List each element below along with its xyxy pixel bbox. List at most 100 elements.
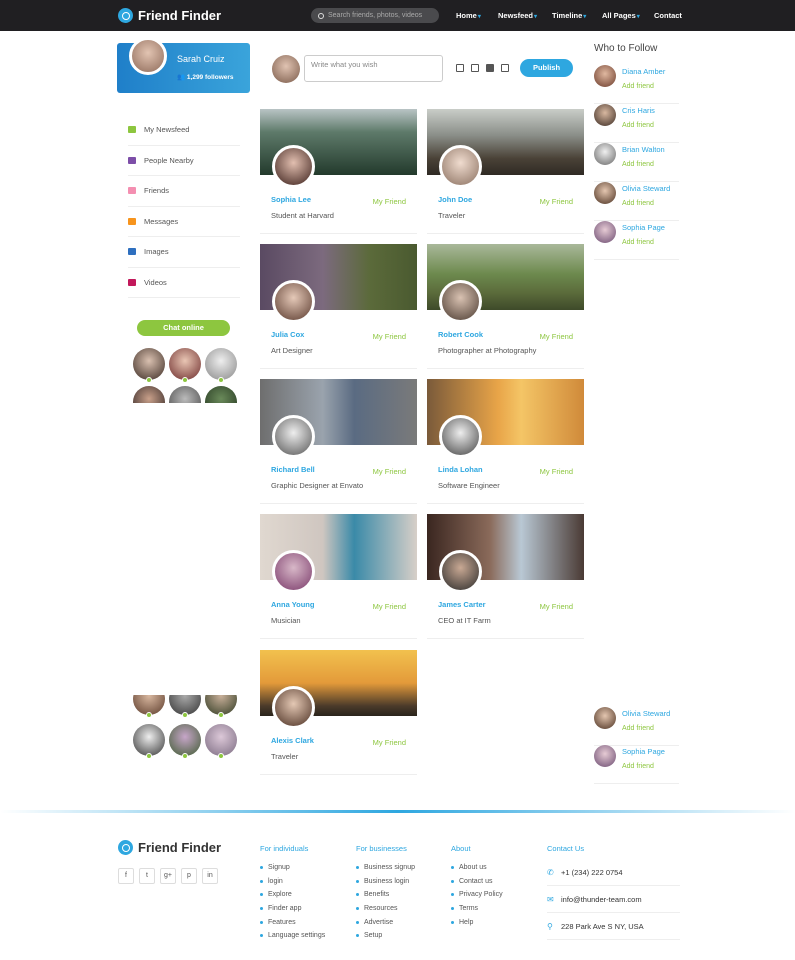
avatar[interactable] [594, 143, 616, 165]
friend-card[interactable]: Sophia Lee My Friend Student at Harvard [260, 109, 417, 234]
footer-link[interactable]: Help [451, 915, 503, 929]
chat-user-avatar[interactable] [133, 695, 165, 718]
avatar[interactable] [594, 65, 616, 87]
facebook-icon[interactable]: f [118, 868, 134, 884]
chat-user-avatar[interactable] [205, 724, 237, 759]
nav-timeline[interactable]: Timeline▾ [552, 11, 586, 20]
friend-card[interactable]: James Carter My Friend CEO at IT Farm [427, 514, 584, 639]
footer-link[interactable]: Signup [260, 861, 325, 875]
friend-avatar[interactable] [439, 415, 482, 458]
footer-link[interactable]: About us [451, 861, 503, 875]
video-icon[interactable] [486, 64, 494, 72]
avatar[interactable] [594, 745, 616, 767]
friend-avatar[interactable] [439, 280, 482, 323]
friend-card[interactable]: Julia Cox My Friend Art Designer [260, 244, 417, 369]
follow-name[interactable]: Olivia Steward [622, 709, 670, 718]
friend-name[interactable]: Linda Lohan [438, 465, 483, 474]
footer-link[interactable]: Setup [356, 929, 415, 943]
footer-link[interactable]: Resources [356, 902, 415, 916]
post-textarea[interactable]: Write what you wish [304, 55, 443, 82]
nav-contact[interactable]: Contact [654, 11, 682, 20]
follow-name[interactable]: Cris Haris [622, 106, 655, 115]
friend-avatar[interactable] [439, 550, 482, 593]
footer-link[interactable]: Finder app [260, 902, 325, 916]
publish-button[interactable]: Publish [520, 59, 573, 77]
chat-user-avatar[interactable] [205, 386, 237, 403]
friend-avatar[interactable] [272, 145, 315, 188]
profile-card[interactable]: Sarah Cruiz 👥 1,299 followers [117, 37, 250, 93]
google-plus-icon[interactable]: g+ [160, 868, 176, 884]
friend-card[interactable]: Robert Cook My Friend Photographer at Ph… [427, 244, 584, 369]
avatar[interactable] [129, 37, 167, 75]
add-friend-link[interactable]: Add friend [622, 725, 654, 732]
brand-logo[interactable]: Friend Finder [118, 8, 221, 23]
twitter-icon[interactable]: t [139, 868, 155, 884]
footer-link[interactable]: Privacy Policy [451, 888, 503, 902]
avatar[interactable] [594, 104, 616, 126]
sidebar-item-messages[interactable]: Messages [128, 207, 240, 237]
chat-user-avatar[interactable] [169, 695, 201, 718]
friend-name[interactable]: John Doe [438, 195, 472, 204]
footer-link[interactable]: Explore [260, 888, 325, 902]
avatar[interactable] [594, 182, 616, 204]
contact-email[interactable]: ✉ info@thunder-team.com [547, 886, 680, 913]
pinterest-icon[interactable]: p [181, 868, 197, 884]
add-friend-link[interactable]: Add friend [622, 763, 654, 770]
footer-logo[interactable]: Friend Finder [118, 840, 221, 855]
friend-name[interactable]: Sophia Lee [271, 195, 311, 204]
footer-link[interactable]: Advertise [356, 915, 415, 929]
search-input[interactable]: Search friends, photos, videos [311, 8, 439, 23]
sidebar-item-images[interactable]: Images [128, 237, 240, 268]
chat-user-avatar[interactable] [133, 348, 165, 383]
footer-link[interactable]: Benefits [356, 888, 415, 902]
chat-user-avatar[interactable] [205, 348, 237, 383]
footer-link[interactable]: Business signup [356, 861, 415, 875]
sidebar-item-newsfeed[interactable]: My Newsfeed [128, 115, 240, 146]
footer-link[interactable]: Features [260, 915, 325, 929]
edit-icon[interactable] [456, 64, 464, 72]
friend-name[interactable]: Anna Young [271, 600, 314, 609]
follow-name[interactable]: Diana Amber [622, 67, 665, 76]
footer-link[interactable]: Contact us [451, 875, 503, 889]
footer-link[interactable]: Language settings [260, 929, 325, 943]
linkedin-icon[interactable]: in [202, 868, 218, 884]
footer-link[interactable]: Terms [451, 902, 503, 916]
friend-card[interactable]: Alexis Clark My Friend Traveler [260, 650, 417, 775]
add-friend-link[interactable]: Add friend [622, 239, 654, 246]
sidebar-item-videos[interactable]: Videos [128, 268, 240, 298]
friend-name[interactable]: James Carter [438, 600, 486, 609]
friend-name[interactable]: Robert Cook [438, 330, 483, 339]
nav-all-pages[interactable]: All Pages▾ [602, 11, 640, 20]
friend-card[interactable]: Linda Lohan My Friend Software Engineer [427, 379, 584, 504]
contact-phone[interactable]: ✆ +1 (234) 222 0754 [547, 859, 680, 886]
friend-card[interactable]: John Doe My Friend Traveler [427, 109, 584, 234]
add-friend-link[interactable]: Add friend [622, 200, 654, 207]
friend-name[interactable]: Julia Cox [271, 330, 304, 339]
footer-link[interactable]: Business login [356, 875, 415, 889]
friend-name[interactable]: Richard Bell [271, 465, 315, 474]
chat-user-avatar[interactable] [133, 724, 165, 759]
chat-user-avatar[interactable] [169, 724, 201, 759]
friend-avatar[interactable] [272, 686, 315, 729]
avatar[interactable] [594, 221, 616, 243]
add-friend-link[interactable]: Add friend [622, 161, 654, 168]
nav-home[interactable]: Home▾ [456, 11, 481, 20]
image-icon[interactable] [471, 64, 479, 72]
friend-avatar[interactable] [272, 280, 315, 323]
follow-name[interactable]: Olivia Steward [622, 184, 670, 193]
nav-newsfeed[interactable]: Newsfeed▾ [498, 11, 537, 20]
map-icon[interactable] [501, 64, 509, 72]
chat-user-avatar[interactable] [169, 348, 201, 383]
follow-name[interactable]: Sophia Page [622, 223, 665, 232]
friend-card[interactable]: Richard Bell My Friend Graphic Designer … [260, 379, 417, 504]
friend-avatar[interactable] [272, 415, 315, 458]
avatar[interactable] [594, 707, 616, 729]
follow-name[interactable]: Sophia Page [622, 747, 665, 756]
chat-user-avatar[interactable] [205, 695, 237, 718]
sidebar-item-friends[interactable]: Friends [128, 176, 240, 207]
chat-user-avatar[interactable] [169, 386, 201, 403]
friend-name[interactable]: Alexis Clark [271, 736, 314, 745]
footer-link[interactable]: login [260, 875, 325, 889]
chat-online-button[interactable]: Chat online [137, 320, 230, 336]
sidebar-item-people-nearby[interactable]: People Nearby [128, 146, 240, 176]
